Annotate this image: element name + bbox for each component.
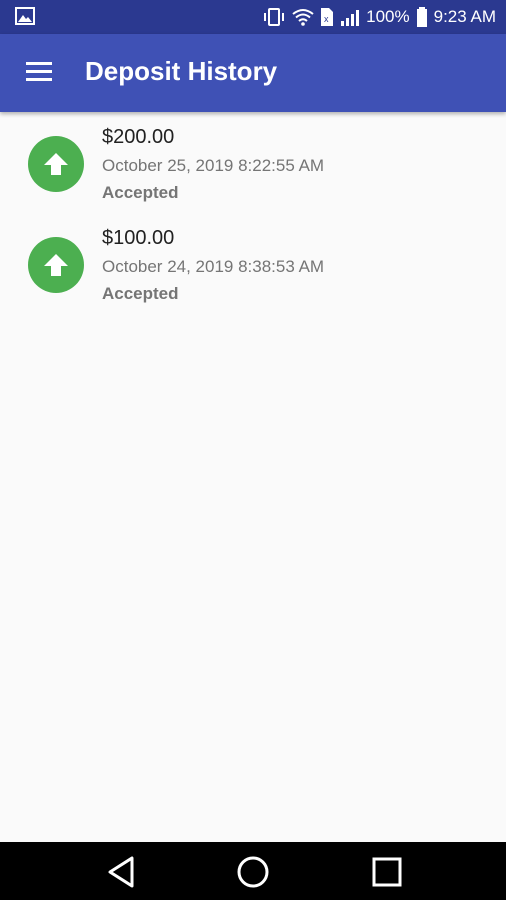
clock: 9:23 AM bbox=[433, 7, 496, 26]
vibrate-icon bbox=[262, 7, 286, 27]
list-item[interactable]: $200.00 October 25, 2019 8:22:55 AM Acce… bbox=[0, 112, 506, 213]
battery-icon bbox=[416, 7, 428, 27]
deposit-date: October 25, 2019 8:22:55 AM bbox=[102, 156, 325, 175]
status-bar: x 100% 9:23 AM bbox=[0, 0, 506, 34]
deposit-list: $200.00 October 25, 2019 8:22:55 AM Acce… bbox=[0, 112, 506, 314]
hamburger-menu-icon[interactable] bbox=[26, 62, 54, 84]
deposit-status: Accepted bbox=[102, 183, 179, 202]
system-nav-bar bbox=[0, 842, 506, 900]
app-bar: Deposit History bbox=[0, 34, 506, 112]
deposit-date: October 24, 2019 8:38:53 AM bbox=[102, 257, 325, 276]
back-icon[interactable] bbox=[104, 854, 140, 890]
deposit-amount: $200.00 bbox=[102, 126, 175, 148]
deposit-status: Accepted bbox=[102, 284, 179, 303]
sim-icon: x bbox=[320, 7, 334, 27]
list-item[interactable]: $100.00 October 24, 2019 8:38:53 AM Acce… bbox=[0, 213, 506, 314]
wifi-icon bbox=[292, 8, 314, 26]
battery-percent: 100% bbox=[366, 7, 410, 26]
arrow-up-icon bbox=[28, 136, 84, 192]
arrow-up-icon bbox=[28, 237, 84, 293]
svg-text:x: x bbox=[324, 14, 329, 24]
image-notification-icon bbox=[15, 7, 35, 30]
recents-icon[interactable] bbox=[369, 854, 405, 890]
page-title: Deposit History bbox=[85, 56, 278, 86]
deposit-amount: $100.00 bbox=[102, 227, 175, 249]
home-icon[interactable] bbox=[235, 854, 271, 890]
signal-icon bbox=[340, 8, 360, 26]
